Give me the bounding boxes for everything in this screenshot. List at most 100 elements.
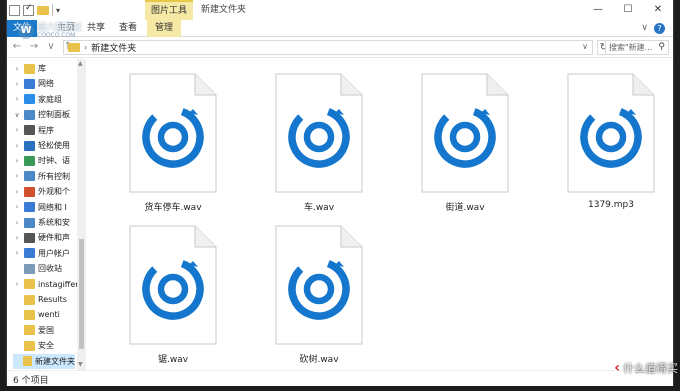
sidebar-item[interactable]: › 库	[13, 61, 46, 76]
recent-locations-icon[interactable]: ∨	[45, 41, 57, 52]
expand-chevron-icon[interactable]: ›	[13, 142, 21, 150]
folder-icon	[22, 356, 32, 367]
sidebar-item[interactable]: › 系统和安	[13, 215, 70, 230]
file-item[interactable]: 车.wav	[263, 59, 375, 213]
expand-chevron-icon[interactable]: ›	[13, 80, 21, 88]
watermark-url: COOCO.COM	[37, 31, 76, 39]
sidebar-item[interactable]: 新建文件夹	[13, 353, 75, 369]
sidebar-item[interactable]: Results	[13, 292, 67, 307]
sidebar-item[interactable]: › 时钟、语	[13, 153, 70, 168]
scroll-up-icon[interactable]: ▲	[78, 60, 83, 67]
sidebar-item[interactable]: › 硬件和声	[13, 230, 70, 245]
forward-button[interactable]: →	[28, 41, 40, 52]
expand-chevron-icon[interactable]: ›	[13, 234, 21, 242]
navigation-scrollbar[interactable]: ▲ ▼	[77, 59, 86, 370]
audio-file-icon	[129, 73, 217, 193]
sidebar-item[interactable]: ∨ 控制面板	[13, 107, 70, 122]
file-item[interactable]: 锯.wav	[117, 211, 229, 365]
expand-chevron-icon[interactable]: ›	[13, 95, 21, 103]
back-button[interactable]: ←	[11, 41, 23, 52]
expand-chevron-icon[interactable]: ›	[13, 65, 21, 73]
watermark-logo: W 威六猫萌社 COOCO.COM	[18, 23, 82, 39]
tab-manage[interactable]: 管理	[147, 20, 182, 37]
file-item[interactable]: 1379.mp3	[555, 59, 667, 211]
sidebar-item-label: 爱国	[38, 325, 54, 335]
file-name: 锯.wav	[157, 355, 189, 365]
help-icon[interactable]: ?	[654, 23, 665, 34]
maximize-button[interactable]: ☐	[613, 0, 643, 20]
expand-chevron-icon[interactable]: ›	[13, 126, 21, 134]
close-button[interactable]: ✕	[643, 0, 673, 20]
explorer-window: ▾ 图片工具 新建文件夹 — ☐ ✕ 文件 主页 共享 查看 管理 ∨ ? ← …	[6, 0, 674, 386]
sidebar-item-label: 回收站	[38, 264, 62, 274]
breadcrumb[interactable]: 新建文件夹	[91, 41, 136, 54]
address-bar-row: ← → ∨ ↑ › 新建文件夹 ∨ ↻ 搜索"新建... ⚲	[7, 38, 673, 58]
ribbon-tabs: 文件 主页 共享 查看 管理 ∨ ?	[7, 20, 673, 37]
sidebar-item[interactable]: › 网络	[13, 76, 54, 91]
sidebar-item[interactable]: › 所有控制	[13, 169, 70, 184]
sidebar-item-label: wenti	[38, 310, 60, 320]
file-item[interactable]: 货车停车.wav	[117, 59, 229, 213]
hardware-sound-icon	[24, 232, 35, 243]
sidebar-item-label: 网络和 I	[38, 202, 67, 212]
expand-chevron-icon[interactable]: ›	[13, 249, 21, 257]
new-folder-icon[interactable]	[37, 5, 49, 15]
corner-watermark: ‹ 什么值得买	[614, 360, 678, 376]
customize-toolbar-icon[interactable]: ▾	[56, 6, 60, 15]
folder-icon	[68, 43, 80, 52]
sidebar-item[interactable]: › instagiffer	[13, 277, 77, 292]
audio-file-icon	[421, 73, 509, 193]
expand-chevron-icon[interactable]: ›	[13, 157, 21, 165]
sidebar-item[interactable]: 安全	[13, 338, 54, 353]
corner-watermark-text: 什么值得买	[623, 362, 678, 375]
scrollbar-thumb[interactable]	[79, 239, 84, 349]
sidebar-item[interactable]: 回收站	[13, 261, 62, 276]
expand-chevron-icon[interactable]: ›	[13, 280, 21, 288]
folder-icon	[24, 279, 35, 290]
file-name: 1379.mp3	[588, 200, 634, 210]
sidebar-item[interactable]: › 轻松使用	[13, 138, 70, 153]
sidebar-item-label: 外观和个	[38, 187, 70, 197]
checkbox-icon[interactable]	[23, 3, 34, 16]
file-item[interactable]: 砍树.wav	[263, 211, 375, 365]
navigation-pane: › 库 › 网络 › 家庭组 ∨ 控制面板 › 程序 › 轻松使用 › 时钟、语 › 所有控制 › 外观和个 › 网络…	[7, 59, 77, 370]
search-input[interactable]: 搜索"新建... ⚲	[605, 40, 669, 55]
expand-chevron-icon[interactable]: ›	[13, 219, 21, 227]
minimize-button[interactable]: —	[583, 0, 613, 20]
sidebar-item-label: 时钟、语	[38, 156, 70, 166]
clock-icon	[24, 155, 35, 166]
sidebar-item[interactable]: 爱国	[13, 323, 54, 338]
expand-ribbon-icon[interactable]: ∨	[641, 23, 648, 34]
breadcrumb-chevron-icon[interactable]: ›	[84, 43, 87, 52]
sidebar-item[interactable]: › 外观和个	[13, 184, 70, 199]
search-placeholder: 搜索"新建...	[609, 43, 653, 52]
ease-of-access-icon	[24, 140, 35, 151]
tab-view[interactable]: 查看	[119, 20, 137, 37]
file-item[interactable]: 街道.wav	[409, 59, 521, 213]
expand-chevron-icon[interactable]: ∨	[13, 111, 21, 119]
sidebar-item[interactable]: › 程序	[13, 123, 54, 138]
library-icon	[24, 63, 35, 74]
appearance-icon	[24, 186, 35, 197]
address-box[interactable]: › 新建文件夹 ∨	[63, 40, 593, 55]
expand-chevron-icon[interactable]: ›	[13, 172, 21, 180]
scroll-down-icon[interactable]: ▼	[78, 361, 83, 368]
chevron-logo-icon: ‹	[614, 360, 620, 376]
sidebar-item-label: 轻松使用	[38, 141, 70, 150]
sidebar-item[interactable]: › 用户帐户	[13, 246, 70, 261]
properties-icon[interactable]	[9, 4, 20, 16]
sidebar-item[interactable]: wenti	[13, 307, 60, 322]
status-bar: 6 个项目	[7, 370, 673, 386]
tab-share[interactable]: 共享	[87, 20, 105, 37]
address-dropdown-icon[interactable]: ∨	[582, 42, 588, 51]
sidebar-item[interactable]: › 网络和 I	[13, 200, 67, 215]
toolbar-divider	[52, 4, 53, 16]
expand-chevron-icon[interactable]: ›	[13, 203, 21, 211]
programs-icon	[24, 125, 35, 136]
watermark-mark: W	[18, 23, 34, 39]
picture-tools-tab[interactable]: 图片工具	[145, 0, 193, 20]
expand-chevron-icon[interactable]: ›	[13, 188, 21, 196]
audio-file-icon	[567, 73, 655, 193]
sidebar-item[interactable]: › 家庭组	[13, 92, 62, 107]
sidebar-item-label: 用户帐户	[38, 248, 70, 258]
